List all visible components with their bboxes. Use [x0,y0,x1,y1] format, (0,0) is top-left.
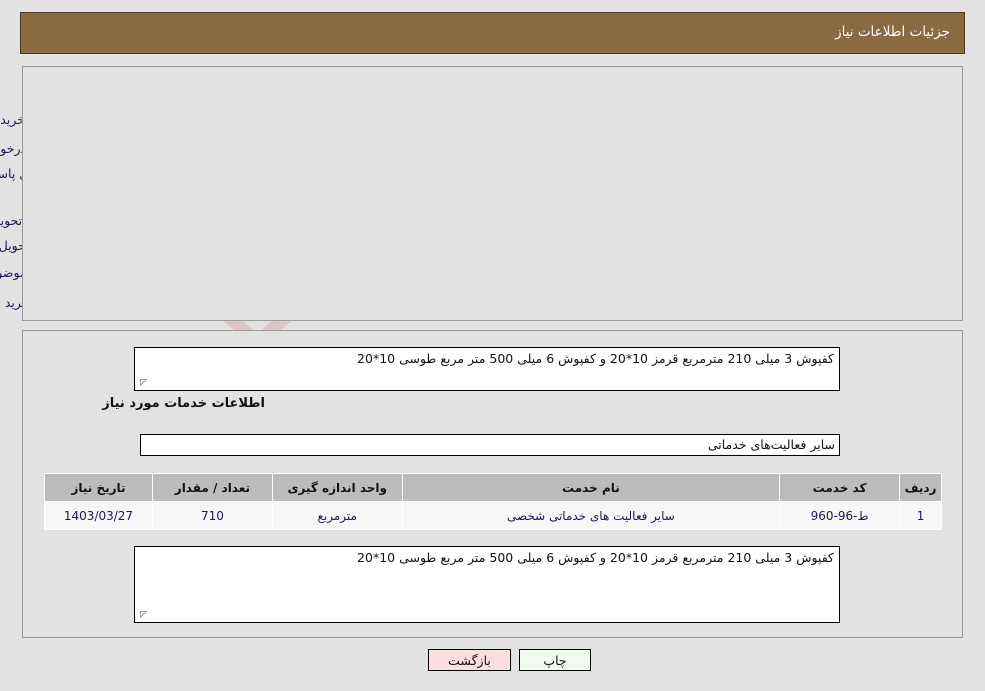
resize-grip-icon[interactable]: ◸ [137,379,147,389]
buyer-notes-textarea[interactable]: کفپوش 3 میلی 210 مترمربع قرمز 10*20 و کف… [134,546,840,623]
cell-service-name: سایر فعالیت های خدماتی شخصی [401,501,781,530]
cell-unit: مترمربع [271,501,403,530]
page-root: ArtaTender.net جزئیات اطلاعات نیاز شماره… [0,0,985,691]
th-quantity: تعداد / مقدار [151,473,273,502]
general-desc-textarea[interactable]: کفپوش 3 میلی 210 مترمربع قرمز 10*20 و کف… [134,347,840,391]
need-summary-panel [22,66,963,321]
resize-grip-icon-notes[interactable]: ◸ [137,611,147,621]
cell-row-no: 1 [899,501,942,530]
cell-need-date: 1403/03/27 [44,501,153,530]
service-group-value: سایر فعالیت‌های خدماتی [140,434,840,456]
print-button[interactable]: چاپ [519,649,591,671]
th-need-date: تاریخ نیاز [44,473,153,502]
general-desc-value: کفپوش 3 میلی 210 مترمربع قرمز 10*20 و کف… [357,351,834,366]
th-row-no: ردیف [899,473,942,502]
window-title-bar: جزئیات اطلاعات نیاز [20,12,965,54]
table-header-row: ردیف کد خدمت نام خدمت واحد اندازه گیری ت… [44,473,942,502]
cell-quantity: 710 [151,501,273,530]
services-section-heading: اطلاعات خدمات مورد نیاز [102,396,265,411]
services-table: ردیف کد خدمت نام خدمت واحد اندازه گیری ت… [44,473,942,530]
page-title: جزئیات اطلاعات نیاز [835,24,950,40]
table-row[interactable]: 1 ط-96-960 سایر فعالیت های خدماتی شخصی م… [44,501,942,530]
back-button[interactable]: بازگشت [428,649,511,671]
th-service-code: کد خدمت [779,473,901,502]
th-unit: واحد اندازه گیری [271,473,403,502]
buyer-notes-value: کفپوش 3 میلی 210 مترمربع قرمز 10*20 و کف… [357,550,834,565]
cell-service-code: ط-96-960 [779,501,901,530]
th-service-name: نام خدمت [401,473,781,502]
